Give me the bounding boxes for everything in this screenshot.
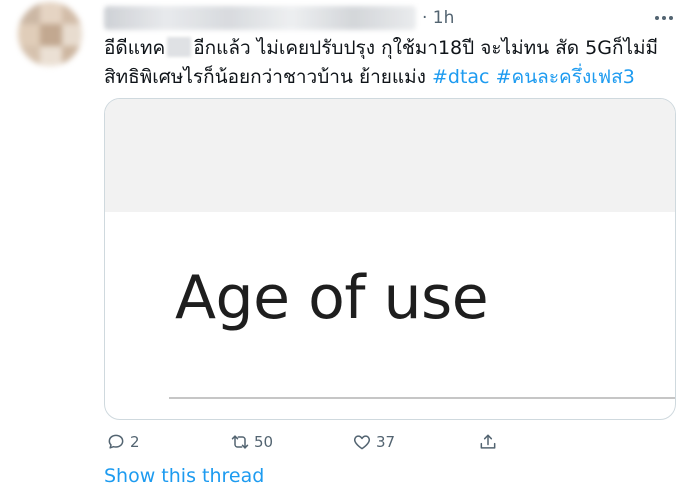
tweet-text-part: อีกแล้ว ไม่เคยปรับปรุง กุใช้มา18ปี จะไม่…: [193, 37, 659, 59]
tweet-text: อีดีแทค อีกแล้ว ไม่เคยปรับปรุง กุใช้มา18ป…: [104, 34, 674, 92]
media-card[interactable]: Age of use: [104, 98, 676, 420]
card-heading: Age of use: [175, 263, 489, 333]
share-button[interactable]: [478, 430, 498, 454]
show-thread-link[interactable]: Show this thread: [104, 465, 264, 487]
like-count: 37: [376, 433, 396, 451]
retweet-count: 50: [254, 433, 274, 451]
card-header-band: [105, 99, 675, 212]
hashtag-link[interactable]: #คนละครึ่งเฟส3: [496, 66, 635, 88]
redacted-word: [167, 37, 192, 57]
tweet-text-part: สิทธิพิเศษไรก็น้อยกว่าชาวบ้าน ย้ายแม่ง: [104, 66, 432, 88]
reply-count: 2: [130, 433, 140, 451]
tweet-text-part: อีดีแทค: [104, 37, 166, 59]
reply-button[interactable]: 2: [106, 430, 140, 454]
like-button[interactable]: 37: [352, 430, 395, 454]
author-name-blurred[interactable]: [104, 6, 416, 30]
reply-icon: [108, 434, 124, 449]
more-icon[interactable]: [652, 8, 676, 28]
retweet-button[interactable]: 50: [230, 430, 273, 454]
tweet[interactable]: · 1h อีดีแทค อีกแล้ว ไม่เคยปรับปรุง กุใช้…: [0, 0, 700, 503]
heart-icon: [353, 435, 371, 450]
tweet-timestamp[interactable]: · 1h: [422, 8, 454, 28]
hashtag-link[interactable]: #dtac: [432, 66, 490, 88]
share-icon: [480, 434, 496, 449]
avatar[interactable]: [18, 2, 82, 66]
retweet-icon: [231, 435, 249, 449]
card-divider: [169, 397, 675, 399]
